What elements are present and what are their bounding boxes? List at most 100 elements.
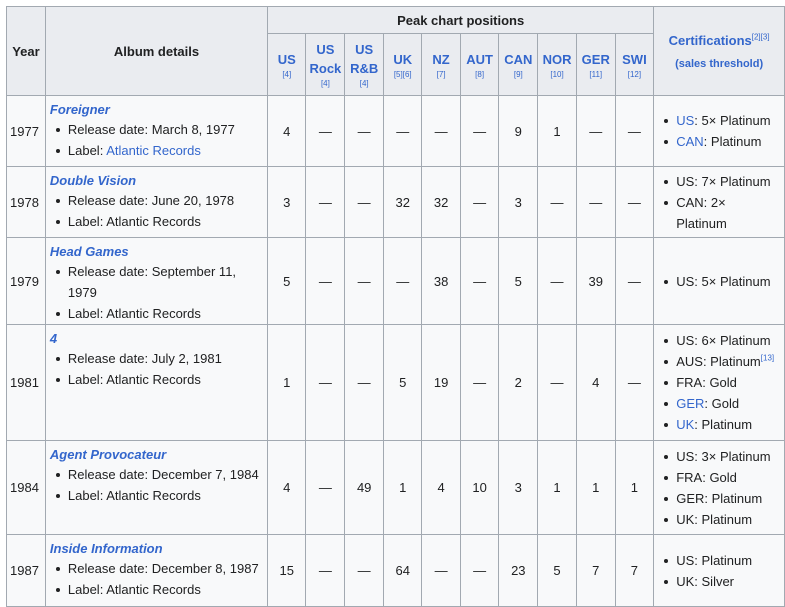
certification-item: FRA: Gold [664, 372, 778, 393]
album-details-cell: Double Vision Release date: June 20, 1978… [44, 166, 269, 238]
peak-position-cell: — [305, 534, 346, 607]
label-name: Atlantic Records [106, 582, 201, 597]
col-uk[interactable]: UK [5][6] [383, 33, 423, 96]
certification-item: UK: Silver [664, 571, 778, 592]
year-cell: 1984 [6, 440, 46, 535]
album-title-link[interactable]: Agent Provocateur [50, 447, 263, 462]
record-label: Label: Atlantic Records [55, 140, 263, 161]
certification-item: UK: Platinum [664, 509, 778, 530]
album-title-link[interactable]: Double Vision [50, 173, 263, 188]
peak-position-cell: — [305, 440, 346, 535]
cert-country: US [676, 333, 695, 348]
col-us[interactable]: US [4] [267, 33, 307, 96]
record-label: Label: Atlantic Records [55, 579, 263, 600]
peak-position-cell: — [383, 237, 423, 325]
certification-item: US: Platinum [664, 550, 778, 571]
cert-level: : 3× Platinum [694, 448, 771, 464]
cert-country[interactable]: GER [676, 396, 704, 411]
col-us-rnb[interactable]: US R&B [4] [344, 33, 385, 96]
peak-position-cell: — [344, 166, 385, 238]
cert-level: : Platinum [694, 552, 753, 568]
release-date: Release date: December 7, 1984 [55, 464, 263, 485]
cert-country[interactable]: UK [676, 417, 694, 432]
peak-chart-header: Peak chart positions [267, 6, 655, 34]
album-details-list: Release date: March 8, 1977 Label: Atlant… [50, 119, 263, 161]
certification-item: US: 6× Platinum [664, 330, 778, 351]
record-label: Label: Atlantic Records [55, 485, 263, 506]
col-swi[interactable]: SWI [12] [614, 33, 655, 96]
peak-position-cell: 4 [267, 95, 307, 167]
peak-position-cell: 32 [383, 166, 423, 238]
album-title-link[interactable]: Inside Information [50, 541, 263, 556]
discography-table: Year Album details Peak chart positions … [6, 6, 785, 607]
peak-position-cell: — [537, 166, 577, 238]
peak-position-cell: — [383, 95, 423, 167]
release-date: Release date: December 8, 1987 [55, 558, 263, 579]
sales-threshold-link[interactable]: (sales threshold) [655, 58, 783, 70]
certifications-cell: US: 5× Platinum [653, 237, 785, 325]
label-name: Atlantic Records [106, 214, 201, 229]
certifications-link[interactable]: Certifications [669, 33, 752, 48]
peak-position-cell: — [614, 95, 655, 167]
year-cell: 1981 [6, 324, 46, 441]
album-title-link[interactable]: Foreigner [50, 102, 263, 117]
peak-position-cell: 4 [575, 324, 616, 441]
cert-country: US [676, 173, 695, 189]
album-details-cell: Agent Provocateur Release date: December … [44, 440, 269, 535]
col-can[interactable]: CAN [9] [498, 33, 539, 96]
peak-position-cell: — [421, 534, 461, 607]
peak-position-cell: 38 [421, 237, 461, 325]
certifications-ref[interactable]: [2][3] [752, 32, 770, 41]
album-title-link[interactable]: 4 [50, 331, 263, 346]
label-prefix: Label: [67, 488, 107, 503]
certification-item: GER: Platinum [664, 488, 778, 509]
peak-position-cell: — [575, 95, 616, 167]
peak-position-cell: 1 [537, 440, 577, 535]
peak-position-cell: — [614, 324, 655, 441]
release-date: Release date: July 2, 1981 [55, 348, 263, 369]
certification-item: CAN: 2× Platinum [664, 192, 778, 234]
album-row: 1981 4 Release date: July 2, 1981 Label: At… [6, 324, 785, 441]
col-nor[interactable]: NOR [10] [537, 33, 577, 96]
col-nz[interactable]: NZ [7] [421, 33, 461, 96]
year-header: Year [6, 6, 46, 96]
cert-country: AUS [676, 354, 703, 369]
certifications-list: US: 3× Platinum FRA: Gold GER: Platinum UK:… [662, 446, 778, 530]
cert-country: FRA [676, 469, 703, 485]
album-row: 1984 Agent Provocateur Release date: Decem… [6, 440, 785, 535]
cert-level: : Platinum [702, 354, 761, 369]
certifications-cell: US: Platinum UK: Silver [653, 534, 785, 607]
cert-ref[interactable]: [13] [761, 354, 774, 363]
peak-position-cell: 1 [267, 324, 307, 441]
peak-position-cell: 9 [498, 95, 539, 167]
cert-country[interactable]: US [676, 113, 694, 128]
peak-position-cell: 1 [383, 440, 423, 535]
cert-level: : Platinum [704, 490, 763, 506]
album-title-link[interactable]: Head Games [50, 244, 263, 259]
col-us-rock[interactable]: US Rock [4] [305, 33, 346, 96]
release-date: Release date: September 11, 1979 [55, 261, 263, 303]
release-date: Release date: June 20, 1978 [55, 190, 263, 211]
peak-position-cell: 2 [498, 324, 539, 441]
label-prefix: Label: [67, 306, 107, 321]
peak-position-cell: 1 [614, 440, 655, 535]
col-ger[interactable]: GER [11] [575, 33, 616, 96]
cert-level: : 5× Platinum [694, 113, 771, 128]
peak-position-cell: 32 [421, 166, 461, 238]
peak-position-cell: — [537, 237, 577, 325]
col-aut[interactable]: AUT [8] [459, 33, 500, 96]
label-name: Atlantic Records [106, 372, 201, 387]
label-name: Atlantic Records [106, 488, 201, 503]
peak-position-cell: 7 [614, 534, 655, 607]
cert-country: UK [676, 511, 695, 527]
certification-item: GER: Gold [664, 393, 778, 414]
peak-position-cell: 39 [575, 237, 616, 325]
label-prefix: Label: [67, 214, 107, 229]
peak-position-cell: 5 [267, 237, 307, 325]
year-cell: 1977 [6, 95, 46, 167]
cert-country: US [676, 273, 695, 289]
cert-country: CAN [676, 194, 704, 210]
cert-country[interactable]: CAN [676, 134, 703, 149]
cert-country: UK [676, 573, 695, 589]
label-name[interactable]: Atlantic Records [106, 143, 201, 158]
